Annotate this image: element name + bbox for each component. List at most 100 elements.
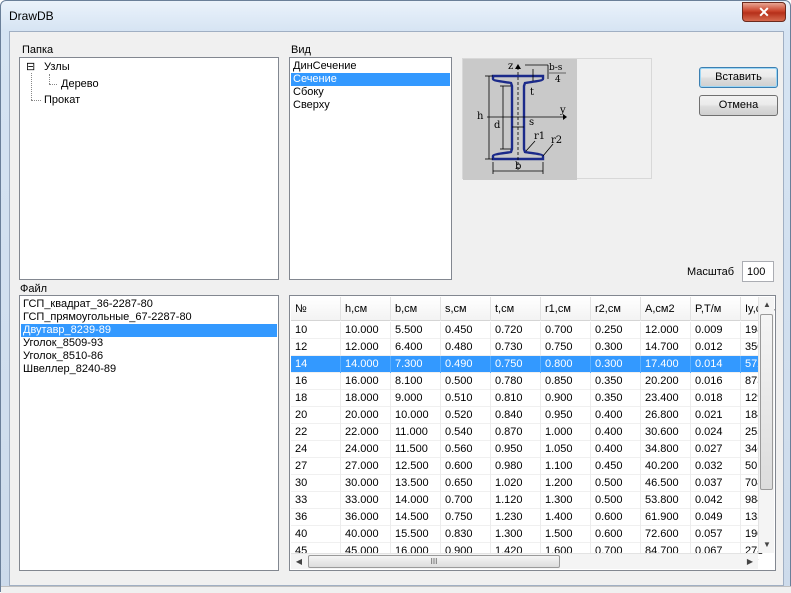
file-item[interactable]: ГСП_прямоугольные_67-2287-80 xyxy=(21,311,277,324)
collapse-icon[interactable]: ⊟ xyxy=(26,62,36,73)
table-cell: 12 xyxy=(291,339,341,356)
table-cell: 0.032 xyxy=(691,458,741,475)
table-cell: 0.027 xyxy=(691,441,741,458)
table-cell: 0.049 xyxy=(691,509,741,526)
column-header[interactable]: s,см xyxy=(441,297,491,321)
table-cell: 0.540 xyxy=(441,424,491,441)
file-item[interactable]: ГСП_квадрат_36-2287-80 xyxy=(21,298,277,311)
table-cell: 14.700 xyxy=(641,339,691,356)
label-h: h xyxy=(477,111,484,122)
table-cell: 0.350 xyxy=(591,390,641,407)
folder-tree[interactable]: ⊟ Узлы Дерево Прокат xyxy=(19,57,279,280)
table-cell: 10.000 xyxy=(391,407,441,424)
table-cell: 24.000 xyxy=(341,441,391,458)
horizontal-scroll-thumb[interactable]: III xyxy=(308,555,560,568)
insert-button[interactable]: Вставить xyxy=(699,67,778,88)
table-cell: 34.800 xyxy=(641,441,691,458)
scroll-right-arrow-icon[interactable]: ▶ xyxy=(742,554,758,570)
table-cell: 1.400 xyxy=(541,509,591,526)
table-row[interactable]: 20 20.000 10.000 0.520 0.840 0.950 0.400 26.800… xyxy=(291,407,763,424)
column-header[interactable]: r1,см xyxy=(541,297,591,321)
scroll-down-arrow-icon[interactable]: ▼ xyxy=(759,537,775,553)
column-header[interactable]: t,см xyxy=(491,297,541,321)
table-cell: 0.250 xyxy=(591,322,641,339)
table-row[interactable]: 40 40.000 15.500 0.830 1.300 1.500 0.600 72.600… xyxy=(291,526,763,543)
table-cell: 0.300 xyxy=(591,339,641,356)
table-row[interactable]: 10 10.000 5.500 0.450 0.720 0.700 0.250 12.000 0… xyxy=(291,322,763,339)
title-bar[interactable]: DrawDB ✕ xyxy=(1,1,790,31)
tree-item-uzly[interactable]: Узлы xyxy=(44,61,70,73)
table-cell: 11.500 xyxy=(391,441,441,458)
table-row[interactable]: 22 22.000 11.000 0.540 0.870 1.000 0.400 30.600… xyxy=(291,424,763,441)
view-item[interactable]: Сбоку xyxy=(291,86,450,99)
tree-item-prokat[interactable]: Прокат xyxy=(44,94,80,106)
horizontal-scrollbar[interactable]: ◀ III ▶ xyxy=(291,553,758,569)
table-cell: 0.037 xyxy=(691,475,741,492)
table-cell: 0.500 xyxy=(591,492,641,509)
table-row[interactable]: 36 36.000 14.500 0.750 1.230 1.400 0.600 61.900… xyxy=(291,509,763,526)
axis-z-arrow xyxy=(515,64,521,69)
table-cell: 12.500 xyxy=(391,458,441,475)
column-header[interactable]: r2,см xyxy=(591,297,641,321)
table-cell: 8.100 xyxy=(391,373,441,390)
column-header[interactable]: № xyxy=(291,297,341,321)
table-cell: 0.450 xyxy=(441,322,491,339)
file-list[interactable]: ГСП_квадрат_36-2287-80 ГСП_прямоугольные… xyxy=(19,295,279,571)
column-header[interactable]: b,см xyxy=(391,297,441,321)
cancel-button[interactable]: Отмена xyxy=(699,95,778,116)
table-cell: 30.600 xyxy=(641,424,691,441)
table-row[interactable]: 30 30.000 13.500 0.650 1.020 1.200 0.500 46.500… xyxy=(291,475,763,492)
vertical-scrollbar[interactable]: ▲ ▼ xyxy=(758,297,774,553)
table-cell: 1.500 xyxy=(541,526,591,543)
table-row[interactable]: 18 18.000 9.000 0.510 0.810 0.900 0.350 23.400 0… xyxy=(291,390,763,407)
table-cell: 36.000 xyxy=(341,509,391,526)
view-item-selected[interactable]: Сечение xyxy=(291,73,450,86)
table-cell: 0.750 xyxy=(541,339,591,356)
scroll-left-arrow-icon[interactable]: ◀ xyxy=(291,554,307,570)
close-button[interactable]: ✕ xyxy=(742,2,786,22)
table-cell: 0.830 xyxy=(441,526,491,543)
table-row[interactable]: 24 24.000 11.500 0.560 0.950 1.050 0.400 34.800… xyxy=(291,441,763,458)
table-cell: 0.510 xyxy=(441,390,491,407)
view-item[interactable]: Сверху xyxy=(291,99,450,112)
tree-item-derevo[interactable]: Дерево xyxy=(61,78,99,90)
file-item[interactable]: Уголок_8509-93 xyxy=(21,337,277,350)
table-cell: 72.600 xyxy=(641,526,691,543)
table-row[interactable]: 16 16.000 8.100 0.500 0.780 0.850 0.350 20.200 0… xyxy=(291,373,763,390)
table-row[interactable]: 27 27.000 12.500 0.600 0.980 1.100 0.450 40.200… xyxy=(291,458,763,475)
tree-line xyxy=(49,84,57,85)
vertical-scroll-thumb[interactable] xyxy=(760,314,773,490)
table-cell: 1.300 xyxy=(491,526,541,543)
column-header[interactable]: P,T/м xyxy=(691,297,741,321)
table-cell: 0.480 xyxy=(441,339,491,356)
profile-table[interactable]: №h,смb,смs,смt,смr1,смr2,смA,см2P,T/мIy,… xyxy=(289,295,776,571)
table-cell: 0.800 xyxy=(541,356,591,373)
table-cell: 0.021 xyxy=(691,407,741,424)
table-cell: 0.810 xyxy=(491,390,541,407)
window-title: DrawDB xyxy=(9,9,54,23)
file-item[interactable]: Швеллер_8240-89 xyxy=(21,363,277,376)
view-list[interactable]: ДинСечение Сечение Сбоку Сверху xyxy=(289,57,452,280)
file-item-selected[interactable]: Двутавр_8239-89 xyxy=(21,324,277,337)
table-row-selected[interactable]: 14 14.000 7.300 0.490 0.750 0.800 0.300 17.400 0… xyxy=(291,356,763,373)
table-cell: 40 xyxy=(291,526,341,543)
file-item[interactable]: Уголок_8510-86 xyxy=(21,350,277,363)
table-cell: 0.500 xyxy=(441,373,491,390)
table-row[interactable]: 33 33.000 14.000 0.700 1.120 1.300 0.500 53.800… xyxy=(291,492,763,509)
table-row[interactable]: 12 12.000 6.400 0.480 0.730 0.750 0.300 14.700 0… xyxy=(291,339,763,356)
table-cell: 15.500 xyxy=(391,526,441,543)
folder-label: Папка xyxy=(22,44,54,56)
label-s: s xyxy=(529,117,534,128)
table-cell: 61.900 xyxy=(641,509,691,526)
table-cell: 1.120 xyxy=(491,492,541,509)
view-item[interactable]: ДинСечение xyxy=(291,60,450,73)
column-header[interactable]: A,см2 xyxy=(641,297,691,321)
table-cell: 0.600 xyxy=(441,458,491,475)
table-cell: 1.020 xyxy=(491,475,541,492)
table-cell: 0.350 xyxy=(591,373,641,390)
table-cell: 36 xyxy=(291,509,341,526)
scale-input[interactable]: 100 xyxy=(742,261,774,282)
scroll-up-arrow-icon[interactable]: ▲ xyxy=(759,297,775,313)
column-header[interactable]: h,см xyxy=(341,297,391,321)
table-cell: 14.000 xyxy=(341,356,391,373)
